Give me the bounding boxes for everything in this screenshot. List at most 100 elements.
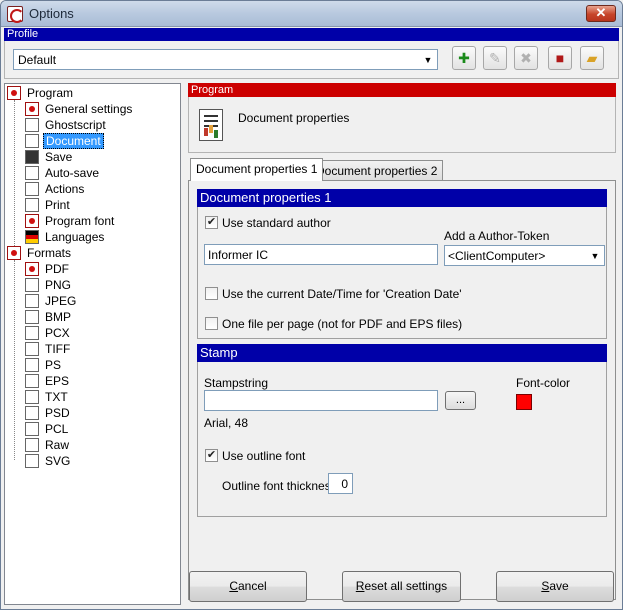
tree-line bbox=[14, 260, 15, 460]
cancel-button[interactable]: Cancel bbox=[189, 571, 307, 602]
tree-item-svg[interactable]: SVG bbox=[25, 452, 72, 468]
formats-icon bbox=[7, 245, 21, 260]
tree-item-tiff[interactable]: TIFF bbox=[25, 340, 72, 356]
tree-item-eps[interactable]: EPS bbox=[25, 372, 71, 388]
cancel-mnemonic: C bbox=[229, 579, 238, 593]
tree-item-txt[interactable]: TXT bbox=[25, 388, 70, 404]
cancel-label: ancel bbox=[237, 579, 267, 593]
document-properties-box: ✔ Use standard author Add a Author-Token… bbox=[197, 207, 607, 339]
program-panel: Document properties bbox=[188, 97, 616, 153]
title-bar[interactable]: Options ✕ bbox=[1, 1, 622, 27]
txt-icon bbox=[25, 389, 39, 404]
settings-tree[interactable]: Program General settings Ghostscript Doc… bbox=[4, 83, 181, 605]
bmp-icon bbox=[25, 309, 39, 324]
tree-item-jpeg[interactable]: JPEG bbox=[25, 292, 78, 308]
stamp-box: Stampstring ... Font-color Arial, 48 ✔ U… bbox=[197, 362, 607, 517]
use-outline-font-label: Use outline font bbox=[222, 449, 306, 463]
profile-header: Profile bbox=[4, 28, 619, 41]
profile-select[interactable]: Default ▼ bbox=[13, 49, 438, 70]
printer-icon bbox=[25, 197, 39, 212]
open-folder-icon: ▰ bbox=[586, 50, 598, 66]
outline-thickness-input[interactable]: 0 bbox=[328, 473, 353, 494]
chevron-down-icon: ▼ bbox=[590, 251, 600, 261]
use-current-date-checkbox[interactable] bbox=[205, 287, 218, 300]
tree-item-general-settings[interactable]: General settings bbox=[25, 100, 134, 116]
general-settings-icon bbox=[25, 101, 39, 116]
save-profile-icon: ■ bbox=[555, 50, 565, 66]
program-panel-title: Document properties bbox=[238, 111, 350, 125]
save-button[interactable]: Save bbox=[496, 571, 614, 602]
delete-profile-button[interactable]: ✖ bbox=[514, 46, 538, 70]
tab-panel: Document properties 1 ✔ Use standard aut… bbox=[188, 180, 616, 600]
program-icon bbox=[7, 85, 21, 100]
eps-icon bbox=[25, 373, 39, 388]
rename-profile-button[interactable]: ✎ bbox=[483, 46, 507, 70]
one-file-per-page-label: One file per page (not for PDF and EPS f… bbox=[222, 317, 463, 331]
use-standard-author-label: Use standard author bbox=[222, 216, 331, 230]
window-title: Options bbox=[29, 6, 74, 21]
tree-item-ghostscript[interactable]: Ghostscript bbox=[25, 116, 108, 132]
document-properties-header: Document properties 1 bbox=[197, 189, 607, 207]
open-profile-button[interactable]: ▰ bbox=[580, 46, 604, 70]
browse-button[interactable]: ... bbox=[445, 391, 476, 410]
tree-item-psd[interactable]: PSD bbox=[25, 404, 72, 420]
auto-save-icon bbox=[25, 165, 39, 180]
add-profile-button[interactable]: ✚ bbox=[452, 46, 476, 70]
save-icon bbox=[25, 149, 39, 164]
tree-item-languages[interactable]: Languages bbox=[25, 228, 106, 244]
tree-item-document[interactable]: Document bbox=[25, 132, 104, 149]
author-token-value: <ClientComputer> bbox=[448, 249, 546, 263]
tree-item-png[interactable]: PNG bbox=[25, 276, 73, 292]
document-icon bbox=[25, 133, 39, 148]
delete-profile-icon: ✖ bbox=[520, 50, 532, 66]
tree-item-auto-save[interactable]: Auto-save bbox=[25, 164, 101, 180]
author-input[interactable]: Informer IC bbox=[204, 244, 438, 265]
pcl-icon bbox=[25, 421, 39, 436]
tiff-icon bbox=[25, 341, 39, 356]
stampstring-input[interactable] bbox=[204, 390, 438, 411]
rename-profile-icon: ✎ bbox=[489, 50, 501, 66]
save-label: ave bbox=[549, 579, 569, 593]
tree-item-raw[interactable]: Raw bbox=[25, 436, 71, 452]
document-properties-icon bbox=[199, 109, 223, 141]
tree-item-program-font[interactable]: Program font bbox=[25, 212, 116, 228]
ghostscript-icon bbox=[25, 117, 39, 132]
tree-item-pdf[interactable]: PDF bbox=[25, 260, 71, 276]
tree-item-ps[interactable]: PS bbox=[25, 356, 63, 372]
flag-icon bbox=[25, 229, 39, 244]
use-current-date-label: Use the current Date/Time for 'Creation … bbox=[222, 287, 462, 301]
font-color-label: Font-color bbox=[516, 376, 571, 390]
program-header: Program bbox=[188, 83, 616, 97]
save-profile-button[interactable]: ■ bbox=[548, 46, 572, 70]
tree-item-print[interactable]: Print bbox=[25, 196, 72, 212]
font-color-swatch[interactable] bbox=[516, 394, 532, 410]
use-standard-author-checkbox[interactable]: ✔ bbox=[205, 216, 218, 229]
tree-item-bmp[interactable]: BMP bbox=[25, 308, 73, 324]
profile-area: Default ▼ ✚ ✎ ✖ ■ ▰ bbox=[4, 41, 619, 79]
reset-all-settings-button[interactable]: Reset all settings bbox=[342, 571, 461, 602]
profile-select-value: Default bbox=[18, 53, 57, 67]
tree-node-program[interactable]: Program bbox=[7, 84, 75, 100]
stamp-header: Stamp bbox=[197, 344, 607, 362]
one-file-per-page-checkbox[interactable] bbox=[205, 317, 218, 330]
add-profile-icon: ✚ bbox=[458, 50, 470, 66]
pcx-icon bbox=[25, 325, 39, 340]
options-window: Options ✕ Profile Default ▼ ✚ ✎ ✖ ■ ▰ Pr… bbox=[0, 0, 623, 610]
app-icon bbox=[7, 6, 24, 23]
stampstring-label: Stampstring bbox=[204, 376, 269, 390]
tree-item-pcl[interactable]: PCL bbox=[25, 420, 70, 436]
tree-item-actions[interactable]: Actions bbox=[25, 180, 86, 196]
reset-label: eset all settings bbox=[364, 579, 448, 593]
tab-document-properties-2[interactable]: Document properties 2 bbox=[310, 160, 444, 181]
use-outline-font-checkbox[interactable]: ✔ bbox=[205, 449, 218, 462]
tree-node-formats[interactable]: Formats bbox=[7, 244, 73, 260]
psd-icon bbox=[25, 405, 39, 420]
tree-item-save[interactable]: Save bbox=[25, 148, 74, 164]
tree-item-pcx[interactable]: PCX bbox=[25, 324, 72, 340]
tab-document-properties-1[interactable]: Document properties 1 bbox=[190, 158, 324, 181]
author-token-select[interactable]: <ClientComputer> ▼ bbox=[444, 245, 605, 266]
settings-content: Program Document properties Document pro… bbox=[187, 83, 617, 605]
chevron-down-icon: ▼ bbox=[423, 55, 433, 65]
close-button[interactable]: ✕ bbox=[586, 5, 616, 22]
font-info: Arial, 48 bbox=[204, 416, 249, 430]
